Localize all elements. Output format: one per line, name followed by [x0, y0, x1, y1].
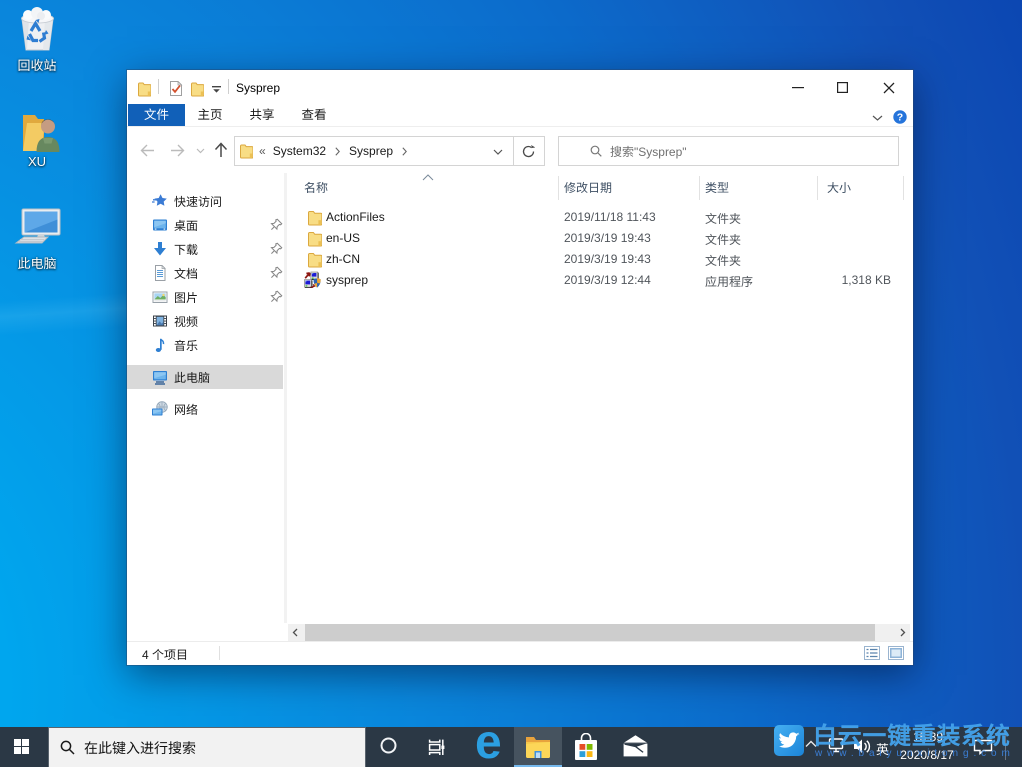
svg-text:?: ?	[897, 112, 903, 124]
